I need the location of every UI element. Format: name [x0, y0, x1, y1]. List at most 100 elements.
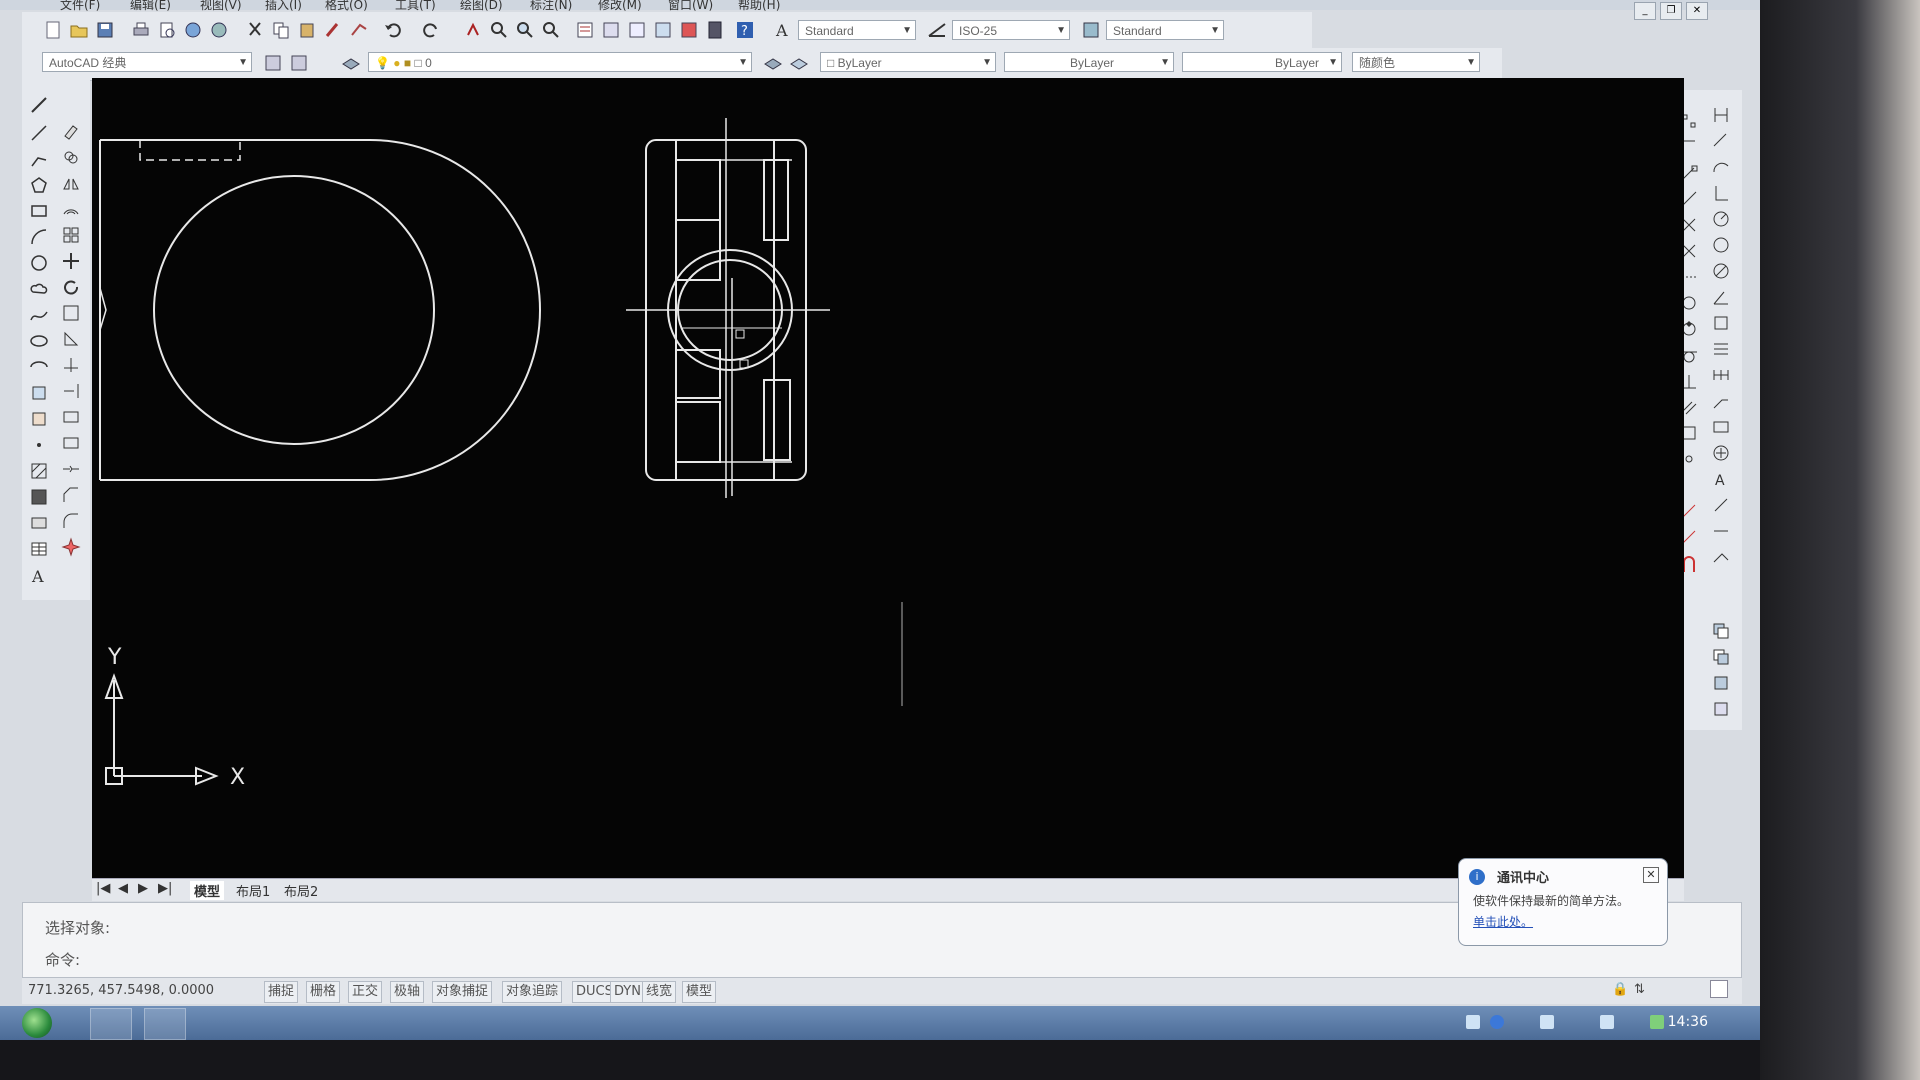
- help-icon[interactable]: ?: [734, 19, 756, 41]
- ellipse-arc-icon[interactable]: [28, 356, 50, 378]
- make-block-icon[interactable]: [28, 408, 50, 430]
- color-select[interactable]: □ ByLayer ▼: [820, 52, 996, 72]
- taskbar-app-explorer[interactable]: [90, 1008, 132, 1040]
- ordinate-dimension-icon[interactable]: [1710, 182, 1732, 204]
- command-prompt[interactable]: 命令:: [45, 949, 80, 970]
- angular-dimension-icon[interactable]: [1710, 286, 1732, 308]
- first-tab-icon[interactable]: |◀: [96, 881, 110, 896]
- quick-leader-icon[interactable]: [1710, 390, 1732, 412]
- dyn-toggle[interactable]: DYN: [610, 981, 645, 1003]
- table-icon[interactable]: [28, 538, 50, 560]
- join-icon[interactable]: [60, 458, 82, 480]
- paste-icon[interactable]: [296, 19, 318, 41]
- restore-button[interactable]: ❐: [1660, 2, 1682, 20]
- trim-icon[interactable]: [60, 354, 82, 376]
- start-button[interactable]: [22, 1008, 52, 1038]
- arc-icon[interactable]: [28, 226, 50, 248]
- model-toggle[interactable]: 模型: [682, 981, 717, 1003]
- cut-icon[interactable]: [244, 19, 266, 41]
- extend-icon[interactable]: [60, 380, 82, 402]
- tab-layout1[interactable]: 布局1: [236, 881, 270, 900]
- prev-tab-icon[interactable]: ◀: [118, 881, 128, 896]
- zoom-realtime-icon[interactable]: [488, 19, 510, 41]
- chamfer-icon[interactable]: [60, 484, 82, 506]
- radius-dimension-icon[interactable]: [1710, 208, 1732, 230]
- calculator-icon[interactable]: [704, 19, 726, 41]
- layer-manager-icon[interactable]: [340, 52, 362, 74]
- 3d-dwf-icon[interactable]: [208, 19, 230, 41]
- spline-icon[interactable]: [28, 304, 50, 326]
- close-icon[interactable]: ✕: [1643, 867, 1659, 883]
- linetype-select[interactable]: ByLayer ▼: [1004, 52, 1174, 72]
- battery-icon[interactable]: [1650, 1015, 1664, 1029]
- close-button[interactable]: ✕: [1686, 2, 1708, 20]
- polar-toggle[interactable]: 极轴: [390, 981, 425, 1003]
- construction-line-icon[interactable]: [28, 122, 50, 144]
- continue-dimension-icon[interactable]: [1710, 364, 1732, 386]
- next-tab-icon[interactable]: ▶: [138, 881, 148, 896]
- draw-order-under-icon[interactable]: [1710, 698, 1732, 720]
- offset-icon[interactable]: [60, 198, 82, 220]
- scale-icon[interactable]: [60, 302, 82, 324]
- arc-length-icon[interactable]: [1710, 156, 1732, 178]
- table-style-select[interactable]: Standard ▼: [1106, 20, 1224, 40]
- tool-palettes-icon[interactable]: [626, 19, 648, 41]
- quick-dimension-icon[interactable]: [1710, 312, 1732, 334]
- plot-style-select[interactable]: 随颜色 ▼: [1352, 52, 1480, 72]
- explode-icon[interactable]: [60, 536, 82, 558]
- zoom-previous-icon[interactable]: [540, 19, 562, 41]
- open-folder-icon[interactable]: [68, 19, 90, 41]
- dimension-text-edit-icon[interactable]: [1710, 494, 1732, 516]
- publish-icon[interactable]: [182, 19, 204, 41]
- fillet-icon[interactable]: [60, 510, 82, 532]
- snap-toggle[interactable]: 捕捉: [264, 981, 299, 1003]
- design-center-icon[interactable]: [600, 19, 622, 41]
- block-editor-icon[interactable]: [348, 19, 370, 41]
- insert-block-icon[interactable]: [28, 382, 50, 404]
- dimension-edit-icon[interactable]: A: [1710, 468, 1732, 490]
- break-icon[interactable]: [60, 432, 82, 454]
- balloon-link[interactable]: 单击此处。: [1473, 913, 1533, 930]
- network-icon[interactable]: [1540, 1015, 1554, 1029]
- diameter-dimension-icon[interactable]: [1710, 260, 1732, 282]
- tab-layout2[interactable]: 布局2: [284, 881, 318, 900]
- tray-sync-icon[interactable]: ⇅: [1634, 982, 1645, 997]
- move-icon[interactable]: [60, 250, 82, 272]
- draw-order-above-icon[interactable]: [1710, 672, 1732, 694]
- language-icon[interactable]: [1466, 1015, 1480, 1029]
- zoom-window-icon[interactable]: [514, 19, 536, 41]
- aligned-dimension-icon[interactable]: [1710, 130, 1732, 152]
- dimension-update-icon[interactable]: [1710, 520, 1732, 542]
- print-icon[interactable]: [130, 19, 152, 41]
- grid-toggle[interactable]: 栅格: [306, 981, 341, 1003]
- minimize-button[interactable]: _: [1634, 2, 1656, 20]
- polygon-icon[interactable]: [28, 174, 50, 196]
- make-current-layer-icon[interactable]: [762, 52, 784, 74]
- tab-model[interactable]: 模型: [190, 881, 225, 900]
- erase-icon[interactable]: [60, 120, 82, 142]
- polyline-icon[interactable]: [28, 148, 50, 170]
- region-icon[interactable]: [28, 512, 50, 534]
- osnap-toggle[interactable]: 对象捕捉: [432, 981, 493, 1003]
- draw-order-back-icon[interactable]: [1710, 646, 1732, 668]
- line-icon[interactable]: [28, 94, 50, 116]
- tolerance-icon[interactable]: [1710, 416, 1732, 438]
- baseline-dimension-icon[interactable]: [1710, 338, 1732, 360]
- volume-icon[interactable]: [1600, 1015, 1614, 1029]
- dim-style-select[interactable]: ISO-25 ▼: [952, 20, 1070, 40]
- save-icon[interactable]: [94, 19, 116, 41]
- plot-preview-icon[interactable]: [156, 19, 178, 41]
- workspace-select[interactable]: AutoCAD 经典 ▼: [42, 52, 252, 72]
- drawing-canvas[interactable]: Y X: [92, 78, 1684, 878]
- rotate-icon[interactable]: [60, 276, 82, 298]
- pan-icon[interactable]: [462, 19, 484, 41]
- point-icon[interactable]: [28, 434, 50, 456]
- hatch-icon[interactable]: [28, 460, 50, 482]
- last-tab-icon[interactable]: ▶|: [158, 881, 172, 896]
- help-icon[interactable]: [1490, 1015, 1504, 1029]
- break-at-point-icon[interactable]: [60, 406, 82, 428]
- mirror-icon[interactable]: [60, 172, 82, 194]
- circle-icon[interactable]: [28, 252, 50, 274]
- center-mark-icon[interactable]: [1710, 442, 1732, 464]
- lineweight-toggle[interactable]: 线宽: [642, 981, 677, 1003]
